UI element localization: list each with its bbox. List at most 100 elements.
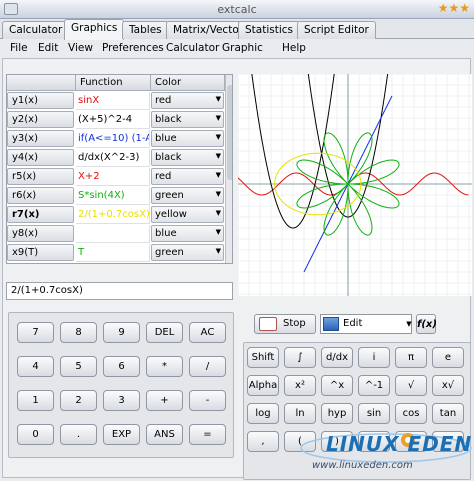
numpad-key[interactable]: / <box>189 356 226 377</box>
function-cell[interactable]: 2/(1+0.7cosX) <box>76 206 150 224</box>
numpad-key[interactable]: 3 <box>103 390 140 411</box>
numpad-key[interactable]: EXP <box>103 424 140 445</box>
row-label[interactable]: y1(x) <box>7 92 74 109</box>
color-select[interactable]: green ▼ <box>151 187 224 204</box>
numpad-key[interactable]: 2 <box>60 390 97 411</box>
numpad-key[interactable]: 5 <box>60 356 97 377</box>
numpad-key[interactable]: 0 <box>17 424 54 445</box>
chevron-down-icon: ▼ <box>215 209 221 217</box>
row-label[interactable]: y2(x) <box>7 111 74 128</box>
function-cell[interactable]: (X+5)^2-4 <box>76 111 150 129</box>
numpad-key[interactable]: AC <box>189 322 226 343</box>
numpad-key[interactable]: * <box>146 356 183 377</box>
row-label[interactable]: r6(x) <box>7 187 74 204</box>
function-cell[interactable]: X+2 <box>76 168 150 186</box>
numpad-key[interactable]: 8 <box>60 322 97 343</box>
row-label[interactable]: r5(x) <box>7 168 74 185</box>
menu-edit[interactable]: Edit <box>38 42 58 54</box>
numpad-key[interactable]: + <box>146 390 183 411</box>
function-key[interactable]: Shift <box>247 347 279 368</box>
function-key[interactable]: Alpha <box>247 375 279 396</box>
color-select[interactable]: black ▼ <box>151 149 224 166</box>
menu-file[interactable]: File <box>10 42 28 54</box>
color-select[interactable]: yellow ▼ <box>151 206 224 223</box>
function-key[interactable]: √ <box>395 375 427 396</box>
function-key[interactable]: ∫ <box>284 347 316 368</box>
function-key[interactable]: ^-1 <box>358 375 390 396</box>
function-cell[interactable]: if(A<=10) (1-A/ <box>76 130 150 148</box>
expression-input[interactable]: 2/(1+0.7cosX) <box>6 282 233 300</box>
function-key[interactable]: x² <box>284 375 316 396</box>
color-value: green <box>155 190 184 201</box>
chevron-down-icon[interactable]: ▼ <box>404 314 414 334</box>
column-header-function[interactable]: Function <box>76 75 151 91</box>
function-table: Function Color y1(x) sinX red ▼ y2(x) (X+5)^2… <box>6 74 233 264</box>
function-key[interactable]: π <box>395 347 427 368</box>
function-key[interactable]: d/dx <box>321 347 353 368</box>
edit-mode-value: Edit <box>343 318 363 329</box>
color-select[interactable]: red ▼ <box>151 92 224 109</box>
function-cell[interactable]: d/dx(X^2-3) <box>76 149 150 167</box>
numpad-key[interactable]: = <box>189 424 226 445</box>
tab-script-editor[interactable]: Script Editor <box>297 21 376 39</box>
row-label[interactable]: r7(x) <box>7 206 74 223</box>
color-select[interactable]: blue ▼ <box>151 225 224 242</box>
color-select[interactable]: black ▼ <box>151 111 224 128</box>
function-key[interactable]: sin <box>358 403 390 424</box>
color-select[interactable]: blue ▼ <box>151 130 224 147</box>
function-key[interactable]: x√ <box>432 375 464 396</box>
numpad-key[interactable]: DEL <box>146 322 183 343</box>
row-label[interactable]: y4(x) <box>7 149 74 166</box>
tab-tables[interactable]: Tables <box>122 21 169 39</box>
stop-button[interactable]: Stop <box>254 314 316 334</box>
numpad-key[interactable]: 4 <box>17 356 54 377</box>
numpad-key[interactable]: 6 <box>103 356 140 377</box>
menu-view[interactable]: View <box>68 42 93 54</box>
numpad-key[interactable]: . <box>60 424 97 445</box>
numpad-key[interactable]: - <box>189 390 226 411</box>
numpad-key[interactable]: 1 <box>17 390 54 411</box>
watermark-url: www.linuxeden.com <box>312 460 413 471</box>
chevron-down-icon: ▼ <box>215 133 221 141</box>
function-cell[interactable] <box>76 225 150 243</box>
tab-graphics[interactable]: Graphics <box>64 19 125 40</box>
function-key[interactable]: ln <box>284 403 316 424</box>
function-key[interactable]: e <box>432 347 464 368</box>
row-label[interactable]: x9(T) <box>7 244 74 261</box>
function-key[interactable]: , <box>247 431 279 452</box>
column-header-color[interactable]: Color <box>151 75 225 91</box>
edit-mode-select[interactable]: Edit <box>320 314 412 334</box>
row-label[interactable]: y8(x) <box>7 225 74 242</box>
numpad-key[interactable]: 7 <box>17 322 54 343</box>
menu-help[interactable]: Help <box>282 42 306 54</box>
window-controls-icon[interactable]: ★★★ <box>438 1 470 15</box>
function-button[interactable]: f(x) <box>416 314 437 334</box>
menu-graphic[interactable]: Graphic <box>222 42 263 54</box>
chevron-down-icon: ▼ <box>215 190 221 198</box>
chevron-down-icon: ▼ <box>215 95 221 103</box>
function-key[interactable]: tan <box>432 403 464 424</box>
chevron-down-icon: ▼ <box>215 152 221 160</box>
row-label[interactable]: y3(x) <box>7 130 74 147</box>
tab-statistics[interactable]: Statistics <box>238 21 300 39</box>
numpad-key[interactable]: 9 <box>103 322 140 343</box>
function-key[interactable]: hyp <box>321 403 353 424</box>
color-select[interactable]: green ▼ <box>151 244 224 261</box>
tab-calculator[interactable]: Calculator <box>2 21 70 39</box>
function-cell[interactable]: sinX <box>76 92 150 110</box>
function-key[interactable]: log <box>247 403 279 424</box>
function-cell[interactable]: S*sin(4X) <box>76 187 150 205</box>
scrollbar-thumb[interactable] <box>227 85 232 180</box>
function-cell[interactable]: T <box>76 244 150 262</box>
color-value: green <box>155 247 184 258</box>
function-key[interactable]: cos <box>395 403 427 424</box>
function-key[interactable]: ^x <box>321 375 353 396</box>
graph-canvas[interactable] <box>238 74 472 296</box>
function-key[interactable]: i <box>358 347 390 368</box>
menu-preferences[interactable]: Preferences <box>102 42 164 54</box>
menu-calculator[interactable]: Calculator <box>166 42 219 54</box>
numpad-key[interactable]: ANS <box>146 424 183 445</box>
numeric-keypad: 7 8 9 DEL AC 4 5 6 * / 1 2 3 + - 0. EXP ANS = <box>8 312 234 458</box>
color-select[interactable]: red ▼ <box>151 168 224 185</box>
table-scrollbar[interactable] <box>225 75 232 263</box>
